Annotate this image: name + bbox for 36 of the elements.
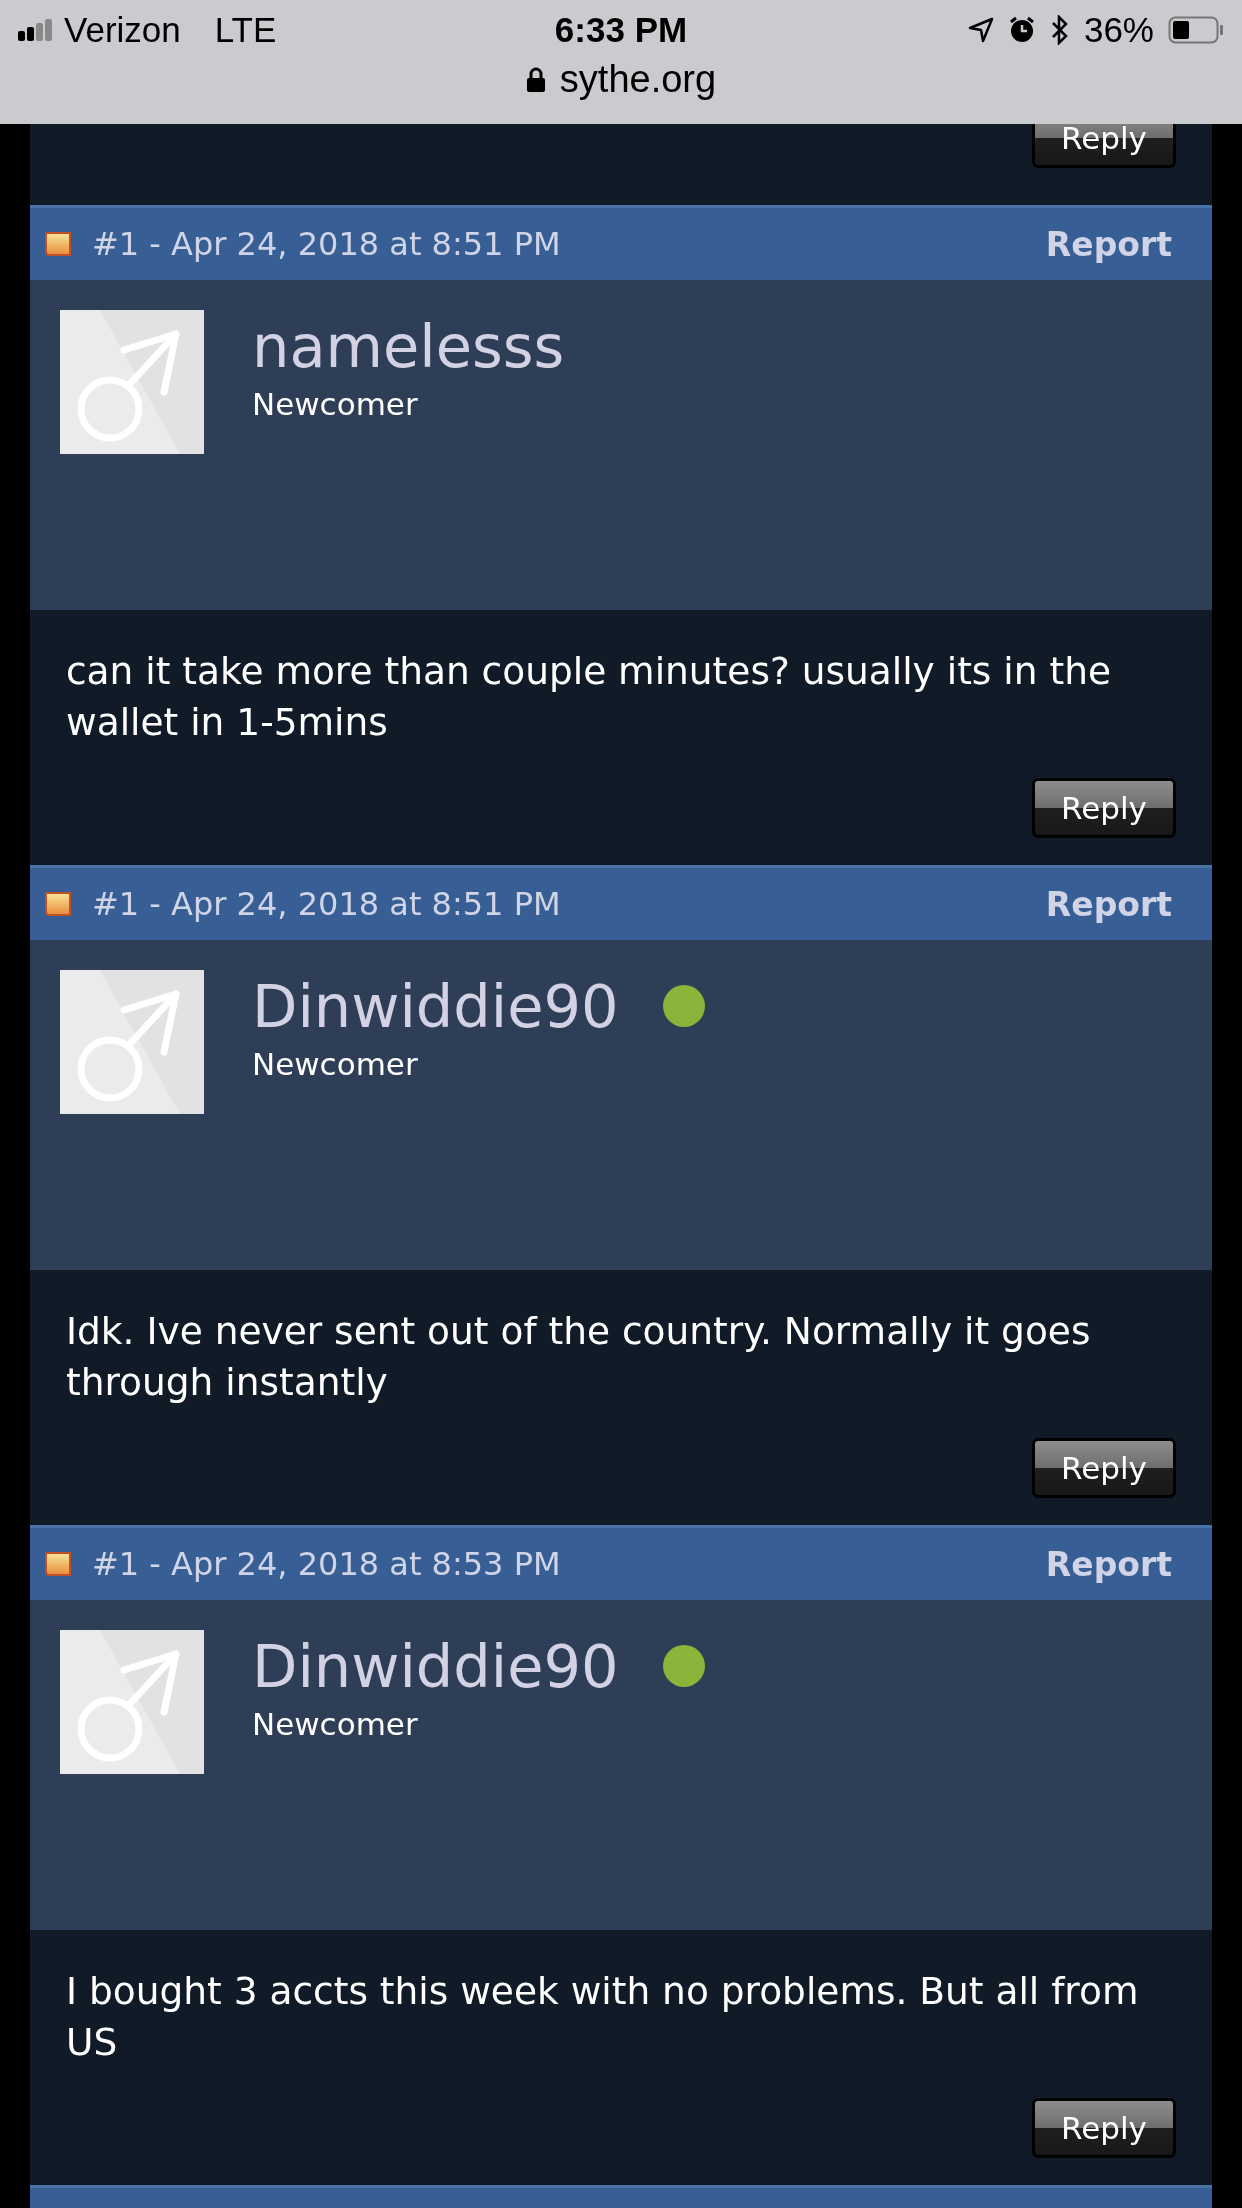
note-icon — [44, 889, 74, 919]
username[interactable]: namelesss — [252, 311, 565, 381]
bluetooth-icon — [1049, 15, 1070, 45]
reply-button[interactable]: Reply — [1032, 1438, 1176, 1498]
report-link[interactable]: Report — [1045, 224, 1172, 264]
signal-icon — [18, 19, 54, 41]
carrier: Verizon — [64, 10, 181, 50]
alarm-icon — [1007, 16, 1036, 44]
lock-icon — [525, 66, 546, 93]
battery-icon — [1168, 16, 1224, 44]
post-meta: #1 - Apr 24, 2018 at 8:51 PM — [92, 225, 562, 263]
network-type: LTE — [214, 10, 277, 50]
username[interactable]: Dinwiddie90 — [252, 1631, 619, 1701]
post-meta: #1 - Apr 24, 2018 at 8:51 PM — [92, 885, 562, 923]
avatar-icon — [60, 1630, 204, 1774]
url[interactable]: sythe.org — [559, 58, 717, 101]
username[interactable]: Dinwiddie90 — [252, 971, 619, 1041]
reply-button[interactable]: Reply — [1032, 124, 1176, 168]
avatar-icon — [60, 310, 204, 454]
post-message: Idk. Ive never sent out of the country. Normally it goes through instantly — [66, 1308, 1092, 1406]
note-icon — [44, 1549, 74, 1579]
post-meta: #1 - Apr 24, 2018 at 8:53 PM — [92, 1545, 562, 1583]
user-rank: Newcomer — [252, 1706, 418, 1742]
user-rank: Newcomer — [252, 1046, 418, 1082]
user-rank: Newcomer — [252, 386, 418, 422]
reply-button[interactable]: Reply — [1032, 2098, 1176, 2158]
location-icon — [967, 17, 994, 43]
avatar-icon — [60, 970, 204, 1114]
post-message: can it take more than couple minutes? usually its in the wallet in 1-5mins — [66, 648, 1112, 746]
note-icon — [44, 229, 74, 259]
report-link[interactable]: Report — [1045, 1544, 1172, 1584]
clock: 6:33 PM — [554, 10, 688, 50]
post-message: I bought 3 accts this week with no problems. But all from US — [66, 1968, 1140, 2066]
reply-button[interactable]: Reply — [1032, 778, 1176, 838]
battery-percent: 36% — [1083, 10, 1154, 50]
report-link[interactable]: Report — [1045, 884, 1172, 924]
